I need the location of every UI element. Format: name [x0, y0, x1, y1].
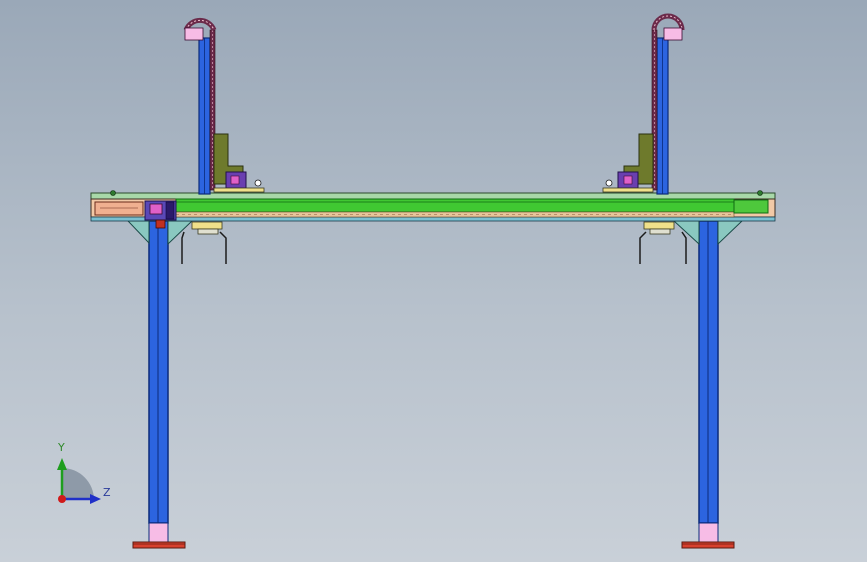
- right-leg[interactable]: [698, 220, 719, 543]
- left-carriage-bracket[interactable]: [213, 133, 265, 193]
- right-hanger: [639, 221, 687, 264]
- cad-viewport[interactable]: Y Z: [0, 0, 867, 562]
- triad-z-label: Z: [103, 486, 111, 499]
- right-carriage-bracket[interactable]: [602, 133, 654, 193]
- triad-y-arrowhead: [57, 458, 67, 470]
- triad-y-label: Y: [58, 441, 65, 454]
- left-hanger: [181, 221, 227, 264]
- triad-x-axis-dot: [58, 495, 66, 503]
- triad-z-arrowhead: [90, 494, 101, 504]
- right-foot-plate: [681, 541, 735, 549]
- main-beam[interactable]: [90, 190, 776, 222]
- gantry-model[interactable]: [0, 0, 867, 562]
- left-leg[interactable]: [148, 220, 169, 543]
- left-foot-plate: [132, 541, 186, 549]
- left-tower[interactable]: [183, 17, 217, 195]
- right-tower[interactable]: [651, 13, 685, 195]
- orientation-triad[interactable]: [57, 458, 101, 504]
- triad-quadrant: [62, 468, 94, 500]
